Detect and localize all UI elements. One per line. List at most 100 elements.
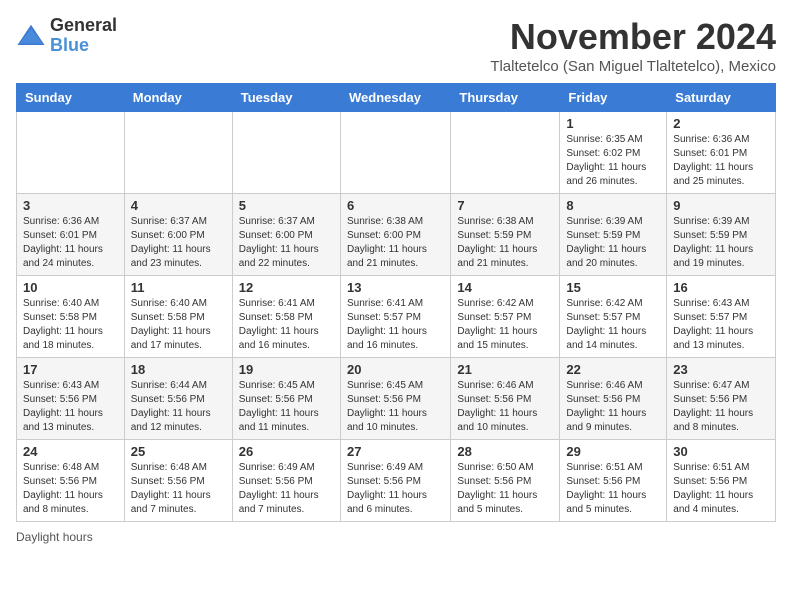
calendar-header-thursday: Thursday xyxy=(451,84,560,112)
calendar-cell: 13Sunrise: 6:41 AMSunset: 5:57 PMDayligh… xyxy=(340,276,450,358)
title-area: November 2024 Tlaltetelco (San Miguel Tl… xyxy=(490,16,776,75)
day-info: Sunrise: 6:43 AMSunset: 5:56 PMDaylight:… xyxy=(23,379,118,435)
calendar-cell: 14 Sunrise: 6:42 AMSunset: 5:57 PMDayligh… xyxy=(451,276,560,358)
legend-text: Daylight hours xyxy=(16,530,93,544)
calendar: SundayMondayTuesdayWednesdayThursdayFrid… xyxy=(16,83,776,522)
day-number: 14 xyxy=(457,280,553,295)
calendar-cell: 15 Sunrise: 6:42 AMSunset: 5:57 PMDayligh… xyxy=(560,276,667,358)
calendar-cell: 5Sunrise: 6:37 AMSunset: 6:00 PMDaylight… xyxy=(232,194,340,276)
day-number: 9 xyxy=(673,198,769,213)
day-info: Sunrise: 6:47 AMSunset: 5:56 PMDaylight:… xyxy=(673,379,769,435)
calendar-cell: 18 Sunrise: 6:44 AMSunset: 5:56 PMDayligh… xyxy=(124,358,232,440)
calendar-cell: 19 Sunrise: 6:45 AMSunset: 5:56 PMDayligh… xyxy=(232,358,340,440)
calendar-cell: 4 Sunrise: 6:37 AMSunset: 6:00 PMDaylight… xyxy=(124,194,232,276)
calendar-cell: 1 Sunrise: 6:35 AMSunset: 6:02 PMDaylight… xyxy=(560,112,667,194)
calendar-cell: 17 Sunrise: 6:43 AMSunset: 5:56 PMDayligh… xyxy=(17,358,125,440)
day-info: Sunrise: 6:36 AMSunset: 6:01 PMDaylight:… xyxy=(673,133,769,189)
calendar-header-saturday: Saturday xyxy=(667,84,776,112)
day-number: 20 xyxy=(347,362,444,377)
day-number: 18 xyxy=(131,362,226,377)
calendar-header-row: SundayMondayTuesdayWednesdayThursdayFrid… xyxy=(17,84,776,112)
calendar-week-3: 10 Sunrise: 6:40 AMSunset: 5:58 PMDayligh… xyxy=(17,276,776,358)
day-info: Sunrise: 6:43 AMSunset: 5:57 PMDaylight:… xyxy=(673,297,769,353)
day-number: 21 xyxy=(457,362,553,377)
header: General Blue November 2024 Tlaltetelco (… xyxy=(16,16,776,75)
day-info: Sunrise: 6:51 AMSunset: 5:56 PMDaylight:… xyxy=(673,461,769,517)
day-info: Sunrise: 6:42 AMSunset: 5:57 PMDaylight:… xyxy=(457,297,553,353)
day-info: Sunrise: 6:46 AMSunset: 5:56 PMDaylight:… xyxy=(457,379,553,435)
calendar-cell: 11 Sunrise: 6:40 AMSunset: 5:58 PMDayligh… xyxy=(124,276,232,358)
day-info: Sunrise: 6:40 AMSunset: 5:58 PMDaylight:… xyxy=(131,297,226,353)
day-info: Sunrise: 6:37 AMSunset: 6:00 PMDaylight:… xyxy=(131,215,226,271)
calendar-cell xyxy=(17,112,125,194)
calendar-cell: 20 Sunrise: 6:45 AMSunset: 5:56 PMDayligh… xyxy=(340,358,450,440)
day-number: 19 xyxy=(239,362,334,377)
day-number: 2 xyxy=(673,116,769,131)
day-info: Sunrise: 6:46 AMSunset: 5:56 PMDaylight:… xyxy=(566,379,660,435)
day-info: Sunrise: 6:38 AMSunset: 6:00 PMDaylight:… xyxy=(347,215,444,271)
calendar-cell: 21 Sunrise: 6:46 AMSunset: 5:56 PMDayligh… xyxy=(451,358,560,440)
day-info: Sunrise: 6:38 AMSunset: 5:59 PMDaylight:… xyxy=(457,215,553,271)
day-number: 24 xyxy=(23,444,118,459)
day-number: 5 xyxy=(239,198,334,213)
calendar-cell: 25 Sunrise: 6:48 AMSunset: 5:56 PMDayligh… xyxy=(124,440,232,522)
day-info: Sunrise: 6:48 AMSunset: 5:56 PMDaylight:… xyxy=(131,461,226,517)
day-info: Sunrise: 6:41 AMSunset: 5:57 PMDaylight:… xyxy=(347,297,444,353)
day-number: 23 xyxy=(673,362,769,377)
day-info: Sunrise: 6:45 AMSunset: 5:56 PMDaylight:… xyxy=(347,379,444,435)
calendar-cell: 27Sunrise: 6:49 AMSunset: 5:56 PMDayligh… xyxy=(340,440,450,522)
day-info: Sunrise: 6:41 AMSunset: 5:58 PMDaylight:… xyxy=(239,297,334,353)
calendar-header-monday: Monday xyxy=(124,84,232,112)
calendar-cell: 22Sunrise: 6:46 AMSunset: 5:56 PMDayligh… xyxy=(560,358,667,440)
calendar-cell: 23 Sunrise: 6:47 AMSunset: 5:56 PMDayligh… xyxy=(667,358,776,440)
day-number: 16 xyxy=(673,280,769,295)
calendar-cell: 8Sunrise: 6:39 AMSunset: 5:59 PMDaylight… xyxy=(560,194,667,276)
logo: General Blue xyxy=(16,16,117,56)
day-number: 28 xyxy=(457,444,553,459)
day-number: 10 xyxy=(23,280,118,295)
calendar-week-5: 24 Sunrise: 6:48 AMSunset: 5:56 PMDayligh… xyxy=(17,440,776,522)
calendar-week-1: 1 Sunrise: 6:35 AMSunset: 6:02 PMDaylight… xyxy=(17,112,776,194)
day-info: Sunrise: 6:51 AMSunset: 5:56 PMDaylight:… xyxy=(566,461,660,517)
day-number: 6 xyxy=(347,198,444,213)
day-number: 8 xyxy=(566,198,660,213)
day-number: 17 xyxy=(23,362,118,377)
calendar-header-friday: Friday xyxy=(560,84,667,112)
location-subtitle: Tlaltetelco (San Miguel Tlaltetelco), Me… xyxy=(490,58,776,75)
day-info: Sunrise: 6:36 AMSunset: 6:01 PMDaylight:… xyxy=(23,215,118,271)
calendar-cell: 6 Sunrise: 6:38 AMSunset: 6:00 PMDaylight… xyxy=(340,194,450,276)
calendar-cell: 29Sunrise: 6:51 AMSunset: 5:56 PMDayligh… xyxy=(560,440,667,522)
calendar-cell: 3 Sunrise: 6:36 AMSunset: 6:01 PMDaylight… xyxy=(17,194,125,276)
calendar-week-2: 3 Sunrise: 6:36 AMSunset: 6:01 PMDaylight… xyxy=(17,194,776,276)
calendar-cell: 7Sunrise: 6:38 AMSunset: 5:59 PMDaylight… xyxy=(451,194,560,276)
month-title: November 2024 xyxy=(490,16,776,58)
calendar-cell: 16 Sunrise: 6:43 AMSunset: 5:57 PMDayligh… xyxy=(667,276,776,358)
day-info: Sunrise: 6:42 AMSunset: 5:57 PMDaylight:… xyxy=(566,297,660,353)
day-number: 11 xyxy=(131,280,226,295)
day-info: Sunrise: 6:40 AMSunset: 5:58 PMDaylight:… xyxy=(23,297,118,353)
logo-icon xyxy=(16,21,46,51)
legend: Daylight hours xyxy=(16,530,776,544)
day-info: Sunrise: 6:49 AMSunset: 5:56 PMDaylight:… xyxy=(239,461,334,517)
day-info: Sunrise: 6:50 AMSunset: 5:56 PMDaylight:… xyxy=(457,461,553,517)
calendar-header-sunday: Sunday xyxy=(17,84,125,112)
logo-blue-text: Blue xyxy=(50,36,117,56)
calendar-cell xyxy=(232,112,340,194)
day-info: Sunrise: 6:35 AMSunset: 6:02 PMDaylight:… xyxy=(566,133,660,189)
calendar-header-tuesday: Tuesday xyxy=(232,84,340,112)
day-number: 15 xyxy=(566,280,660,295)
day-number: 1 xyxy=(566,116,660,131)
day-info: Sunrise: 6:44 AMSunset: 5:56 PMDaylight:… xyxy=(131,379,226,435)
calendar-cell: 9Sunrise: 6:39 AMSunset: 5:59 PMDaylight… xyxy=(667,194,776,276)
logo-general-text: General xyxy=(50,16,117,36)
day-number: 3 xyxy=(23,198,118,213)
calendar-cell: 12Sunrise: 6:41 AMSunset: 5:58 PMDayligh… xyxy=(232,276,340,358)
day-number: 4 xyxy=(131,198,226,213)
day-info: Sunrise: 6:45 AMSunset: 5:56 PMDaylight:… xyxy=(239,379,334,435)
day-number: 25 xyxy=(131,444,226,459)
day-number: 26 xyxy=(239,444,334,459)
calendar-cell: 10 Sunrise: 6:40 AMSunset: 5:58 PMDayligh… xyxy=(17,276,125,358)
calendar-cell xyxy=(124,112,232,194)
calendar-cell: 30Sunrise: 6:51 AMSunset: 5:56 PMDayligh… xyxy=(667,440,776,522)
calendar-week-4: 17 Sunrise: 6:43 AMSunset: 5:56 PMDayligh… xyxy=(17,358,776,440)
